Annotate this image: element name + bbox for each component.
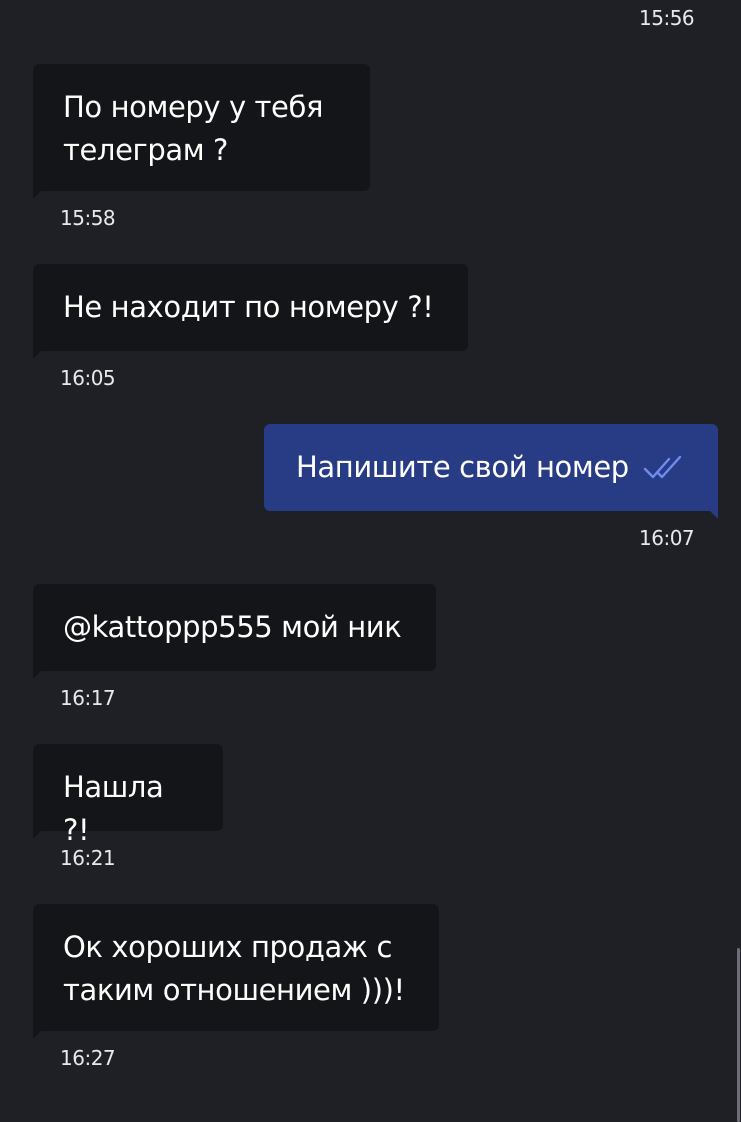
- message-time: 16:17: [60, 686, 116, 710]
- message-time: 16:27: [60, 1046, 116, 1070]
- read-double-check-icon: [643, 455, 685, 481]
- message-text: Напишите свой номер: [296, 450, 629, 484]
- message-time: 16:05: [60, 366, 116, 390]
- message-time: 15:56: [639, 6, 695, 30]
- scrollbar[interactable]: [737, 948, 740, 1122]
- message-text: Ок хороших продаж с таким отношением )))…: [63, 930, 405, 1007]
- message-text: Нашла ?!: [63, 770, 173, 847]
- message-time: 16:07: [639, 526, 695, 550]
- incoming-message-bubble[interactable]: По номеру у тебя телеграм ?: [33, 64, 370, 199]
- incoming-message-bubble[interactable]: Не находит по номеру ?!: [33, 264, 468, 359]
- incoming-message-bubble[interactable]: Нашла ?!: [33, 744, 223, 847]
- message-time: 16:21: [60, 846, 116, 870]
- message-text: Не находит по номеру ?!: [63, 290, 434, 324]
- chat-thread: 15:56 По номеру у тебя телеграм ? 15:58 …: [0, 0, 741, 1122]
- incoming-message-bubble[interactable]: Ок хороших продаж с таким отношением )))…: [33, 904, 439, 1039]
- message-text: @kattoppp555 мой ник: [63, 610, 402, 644]
- outgoing-message-bubble[interactable]: Напишите свой номер: [264, 424, 718, 519]
- message-time: 15:58: [60, 206, 116, 230]
- message-text: По номеру у тебя телеграм ?: [63, 90, 324, 167]
- incoming-message-bubble[interactable]: @kattoppp555 мой ник: [33, 584, 436, 679]
